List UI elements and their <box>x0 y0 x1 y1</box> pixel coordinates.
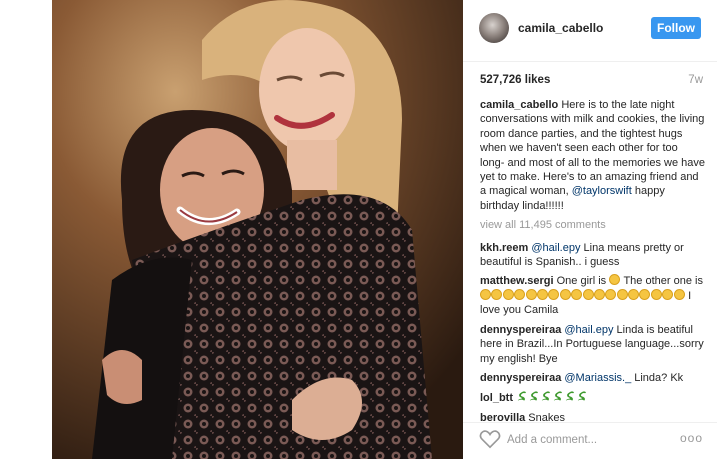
heart-outline-icon[interactable] <box>479 429 501 449</box>
instagram-post: camila_cabello Follow 527,726 likes 7w c… <box>0 0 717 459</box>
view-all-comments-link[interactable]: view all 11,495 comments <box>480 218 705 232</box>
post-photo[interactable] <box>52 0 463 459</box>
caption-username[interactable]: camila_cabello <box>480 99 558 111</box>
post-details-panel: camila_cabello Follow 527,726 likes 7w c… <box>463 0 717 459</box>
likes-count[interactable]: 527,726 likes <box>480 74 550 86</box>
snake-emoji-run <box>516 391 588 404</box>
snake-emoji-icon <box>565 391 575 401</box>
heart-eyes-emoji-icon <box>480 288 491 300</box>
comment-text: The other one is <box>620 275 703 288</box>
heart-eyes-emoji-icon <box>502 288 514 300</box>
heart-eyes-emoji-icon <box>662 288 674 300</box>
comment-mention[interactable]: @Mariassis._ <box>564 372 631 384</box>
heart-eyes-emoji-icon <box>650 288 662 300</box>
heart-eyes-emoji-icon <box>616 288 628 300</box>
heart-eyes-emoji-icon <box>571 288 583 300</box>
heart-eyes-emoji-icon <box>673 288 685 300</box>
post-username[interactable]: camila_cabello <box>518 21 603 35</box>
snake-emoji-icon <box>577 391 587 401</box>
comment-username[interactable]: dennyspereiraa <box>480 324 561 336</box>
snake-emoji-icon <box>553 391 563 401</box>
comment-username[interactable]: dennyspereiraa <box>480 372 561 384</box>
heart-eyes-emoji-icon <box>609 274 621 286</box>
heart-eyes-emoji-icon <box>514 288 526 300</box>
heart-eyes-emoji-icon <box>582 288 594 300</box>
caption-mention[interactable]: @taylorswift <box>572 185 632 197</box>
heart-eyes-emoji-icon <box>525 288 537 300</box>
follow-button[interactable]: Follow <box>651 17 701 39</box>
list-item: kkh.reem @hail.epy Lina means pretty or … <box>480 241 705 270</box>
heart-eyes-emoji-icon <box>628 288 640 300</box>
post-header: camila_cabello Follow <box>463 0 717 62</box>
heart-eyes-emoji-icon <box>548 288 560 300</box>
heart-eyes-emoji-icon <box>639 288 651 300</box>
comment-mention[interactable]: @hail.epy <box>564 324 613 336</box>
list-item: lol_btt <box>480 390 705 405</box>
list-item: dennyspereiraa @hail.epy Linda is beatif… <box>480 323 705 366</box>
comment-mention[interactable]: @hail.epy <box>531 242 580 254</box>
snake-emoji-icon <box>517 391 527 401</box>
heart-eyes-emoji-icon <box>491 288 503 300</box>
emoji-run <box>480 288 674 302</box>
list-item: dennyspereiraa @Mariassis._ Linda? Kk <box>480 371 705 385</box>
snake-emoji-icon <box>541 391 551 401</box>
heart-eyes-emoji-icon <box>559 288 571 300</box>
comment-bar: ooo <box>463 422 717 459</box>
list-item: matthew.sergi One girl is The other one … <box>480 274 705 317</box>
comment-text: One girl is <box>553 275 610 288</box>
heart-eyes-emoji-icon <box>593 288 605 300</box>
comment-list: camila_cabello Here is to the late night… <box>480 98 705 430</box>
more-options-icon[interactable]: ooo <box>680 431 703 445</box>
comment-text: Linda? Kk <box>631 371 684 384</box>
heart-eyes-emoji-icon <box>536 288 548 300</box>
add-comment-input[interactable] <box>507 429 667 451</box>
comment-username[interactable]: lol_btt <box>480 392 513 404</box>
comment-username[interactable]: kkh.reem <box>480 242 528 254</box>
caption: camila_cabello Here is to the late night… <box>480 98 705 213</box>
comment-username[interactable]: matthew.sergi <box>480 275 554 287</box>
caption-text: Here is to the late night conversations … <box>480 99 706 198</box>
snake-emoji-icon <box>529 391 539 401</box>
post-timestamp[interactable]: 7w <box>688 74 703 86</box>
heart-eyes-emoji-icon <box>605 288 617 300</box>
avatar[interactable] <box>479 13 509 43</box>
